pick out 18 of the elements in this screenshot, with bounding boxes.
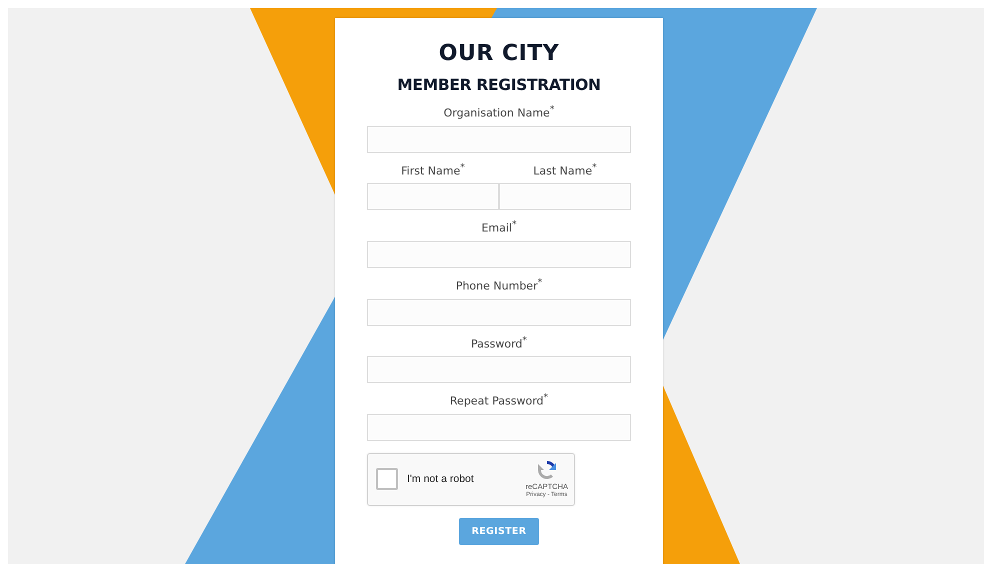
field-label: Password$^{*}$ [471,334,527,352]
input-field[interactable] [367,414,631,441]
input-field[interactable] [367,183,499,210]
form-title: MEMBER REGISTRATION [397,75,601,95]
input-field[interactable] [367,240,631,268]
input-field[interactable] [367,298,631,326]
field-label: First Name$^{*}$ [401,160,465,178]
field-label: Email$^{*}$ [481,218,517,236]
input-field[interactable] [367,356,631,384]
captcha-label: I'm not a robot [407,473,475,486]
site-title: OUR CITY [438,40,560,68]
input-field[interactable] [367,126,631,153]
captcha-checkbox[interactable] [376,468,398,490]
field-label: Repeat Password$^{*}$ [450,391,548,409]
input-field[interactable] [499,183,631,210]
field-label: Organisation Name$^{*}$ [444,103,554,121]
field-label: Last Name$^{*}$ [533,160,597,178]
field-label: Phone Number$^{*}$ [456,276,542,294]
